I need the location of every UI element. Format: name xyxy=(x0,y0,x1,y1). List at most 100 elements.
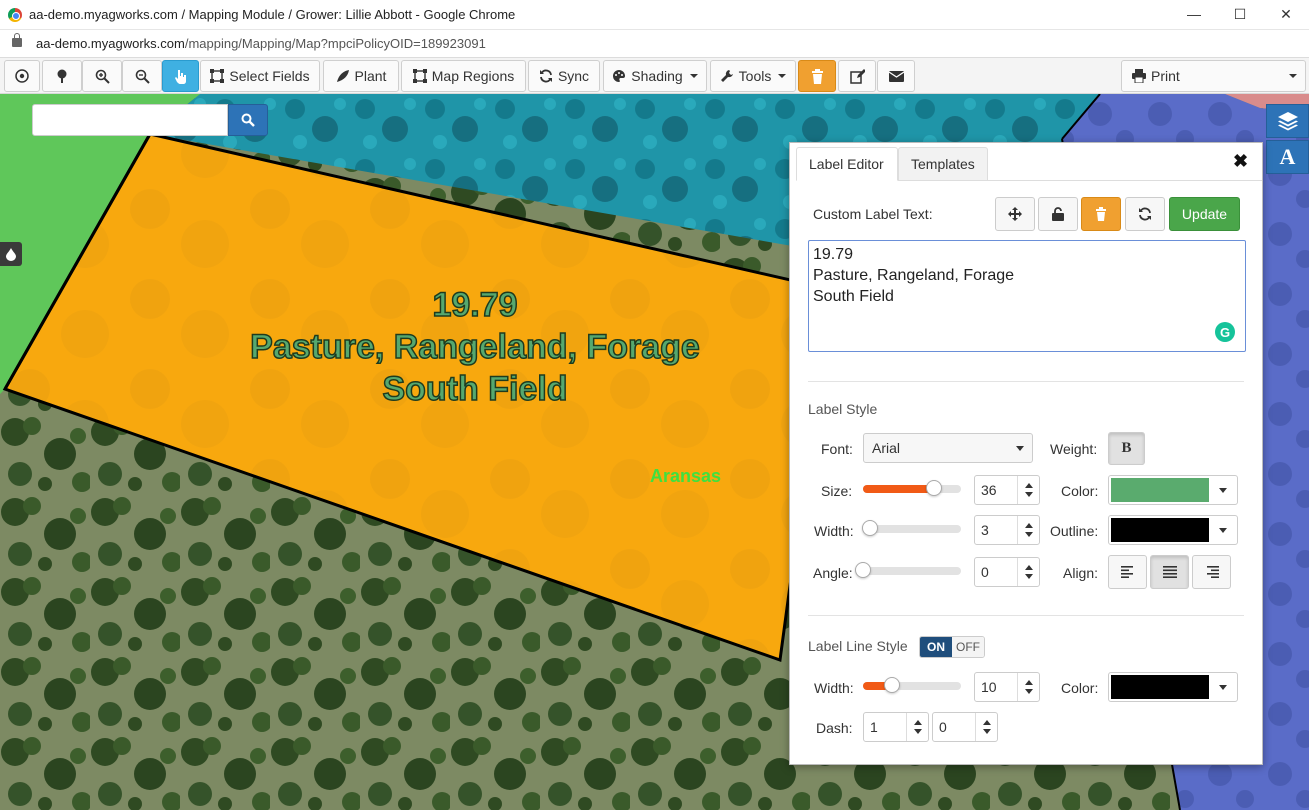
line-width-value: 10 xyxy=(981,679,997,695)
size-spinner[interactable]: 36 xyxy=(974,475,1040,505)
address-bar[interactable]: aa-demo.myagworks.com/mapping/Mapping/Ma… xyxy=(0,30,1309,58)
label-text-area[interactable]: 19.79 Pasture, Rangeland, Forage South F… xyxy=(808,240,1246,352)
angle-slider-thumb[interactable] xyxy=(855,562,871,578)
dash-spinner-1[interactable]: 1 xyxy=(863,712,929,742)
pointer-button[interactable] xyxy=(162,60,199,92)
angle-spinner[interactable]: 0 xyxy=(974,557,1040,587)
drop-button[interactable] xyxy=(0,242,22,266)
width-spinner[interactable]: 3 xyxy=(974,515,1040,545)
spinner-arrows[interactable] xyxy=(1017,673,1039,701)
size-slider-thumb[interactable] xyxy=(925,480,942,496)
size-slider[interactable] xyxy=(863,480,961,496)
locate-button[interactable] xyxy=(4,60,40,92)
sync-button[interactable]: Sync xyxy=(528,60,600,92)
map-regions-label: Map Regions xyxy=(431,68,515,84)
font-select[interactable]: Arial xyxy=(863,433,1033,463)
email-button[interactable] xyxy=(877,60,915,92)
tab-label-editor[interactable]: Label Editor xyxy=(796,147,898,181)
maximize-button[interactable]: ☐ xyxy=(1217,0,1263,30)
move-icon xyxy=(1008,207,1022,221)
line-width-slider-thumb[interactable] xyxy=(884,677,901,693)
chevron-down-icon xyxy=(1025,574,1033,579)
chevron-up-icon xyxy=(914,720,922,725)
spinner-arrows[interactable] xyxy=(1017,558,1039,586)
width-slider[interactable] xyxy=(862,520,961,536)
shading-dropdown[interactable]: Shading xyxy=(603,60,707,92)
print-dropdown[interactable]: Print xyxy=(1121,60,1306,92)
outline-color-picker[interactable] xyxy=(1108,515,1238,545)
grammarly-icon[interactable]: G xyxy=(1215,322,1235,342)
toggle-off[interactable]: OFF xyxy=(952,637,984,657)
zoom-out-button[interactable] xyxy=(122,60,162,92)
edit-button[interactable] xyxy=(838,60,876,92)
delete-button[interactable] xyxy=(798,60,836,92)
map-toolbar: Select Fields Plant Map Regions Sync Sha… xyxy=(0,58,1309,94)
print-label: Print xyxy=(1151,68,1180,84)
toggle-on[interactable]: ON xyxy=(920,637,952,657)
line-width-spinner[interactable]: 10 xyxy=(974,672,1040,702)
leaf-icon xyxy=(336,70,349,82)
chevron-up-icon xyxy=(1025,483,1033,488)
select-fields-button[interactable]: Select Fields xyxy=(200,60,320,92)
map-region-icon xyxy=(412,69,427,83)
shading-label: Shading xyxy=(631,68,683,84)
field-label-line-2: Pasture, Rangeland, Forage xyxy=(249,327,700,367)
angle-slider[interactable] xyxy=(855,562,961,578)
align-center-button[interactable] xyxy=(1150,555,1189,589)
select-area-icon xyxy=(210,69,225,83)
chevron-down-icon xyxy=(1025,689,1033,694)
minimize-button[interactable]: — xyxy=(1171,0,1217,30)
wrench-icon xyxy=(720,70,733,82)
update-button[interactable]: Update xyxy=(1169,197,1240,231)
close-window-button[interactable]: ✕ xyxy=(1263,0,1309,30)
chevron-up-icon xyxy=(1025,523,1033,528)
envelope-icon xyxy=(888,71,904,82)
align-right-icon xyxy=(1206,566,1219,578)
map-search-input[interactable] xyxy=(32,104,228,136)
map-regions-button[interactable]: Map Regions xyxy=(401,60,526,92)
line-width-slider[interactable] xyxy=(863,677,961,693)
label-color-picker[interactable] xyxy=(1108,475,1238,505)
field-label-line-3: South Field xyxy=(382,369,569,409)
bold-toggle-button[interactable]: B xyxy=(1108,432,1145,465)
label-style-title: Label Style xyxy=(808,401,878,417)
tools-dropdown[interactable]: Tools xyxy=(710,60,796,92)
water-drop-icon xyxy=(6,247,16,261)
divider xyxy=(808,615,1244,616)
chevron-down-icon xyxy=(689,74,698,78)
label-tool-button[interactable]: A xyxy=(1266,140,1309,174)
move-label-button[interactable] xyxy=(995,197,1035,231)
plant-button[interactable]: Plant xyxy=(323,60,399,92)
chevron-down-icon xyxy=(1219,488,1227,493)
line-color-picker[interactable] xyxy=(1108,672,1238,702)
align-left-button[interactable] xyxy=(1108,555,1147,589)
width-label: Width: xyxy=(814,523,854,539)
label-line-toggle[interactable]: ON OFF xyxy=(919,636,985,658)
refresh-icon xyxy=(1139,207,1151,221)
divider xyxy=(808,381,1244,382)
refresh-label-button[interactable] xyxy=(1125,197,1165,231)
align-right-button[interactable] xyxy=(1192,555,1231,589)
width-slider-thumb[interactable] xyxy=(862,520,878,536)
plant-label: Plant xyxy=(354,68,387,84)
spinner-arrows[interactable] xyxy=(1017,476,1039,504)
layers-button[interactable] xyxy=(1266,104,1309,138)
delete-label-button[interactable] xyxy=(1081,197,1121,231)
zoom-in-button[interactable] xyxy=(82,60,122,92)
tree-button[interactable] xyxy=(42,60,82,92)
font-label: Font: xyxy=(821,441,853,457)
spinner-arrows[interactable] xyxy=(1017,516,1039,544)
close-panel-button[interactable]: ✖ xyxy=(1233,151,1248,172)
dash-spinner-2[interactable]: 0 xyxy=(932,712,998,742)
url-text[interactable]: aa-demo.myagworks.com/mapping/Mapping/Ma… xyxy=(36,36,486,51)
spinner-arrows[interactable] xyxy=(975,713,997,741)
tab-templates[interactable]: Templates xyxy=(898,147,988,181)
lock-label-button[interactable] xyxy=(1038,197,1078,231)
map-search-button[interactable] xyxy=(228,104,268,136)
spinner-arrows[interactable] xyxy=(906,713,928,741)
chevron-down-icon xyxy=(1219,685,1227,690)
chevron-down-icon xyxy=(1289,74,1297,78)
chevron-up-icon xyxy=(1025,680,1033,685)
lock-icon xyxy=(12,33,22,47)
chevron-down-icon xyxy=(778,74,787,78)
